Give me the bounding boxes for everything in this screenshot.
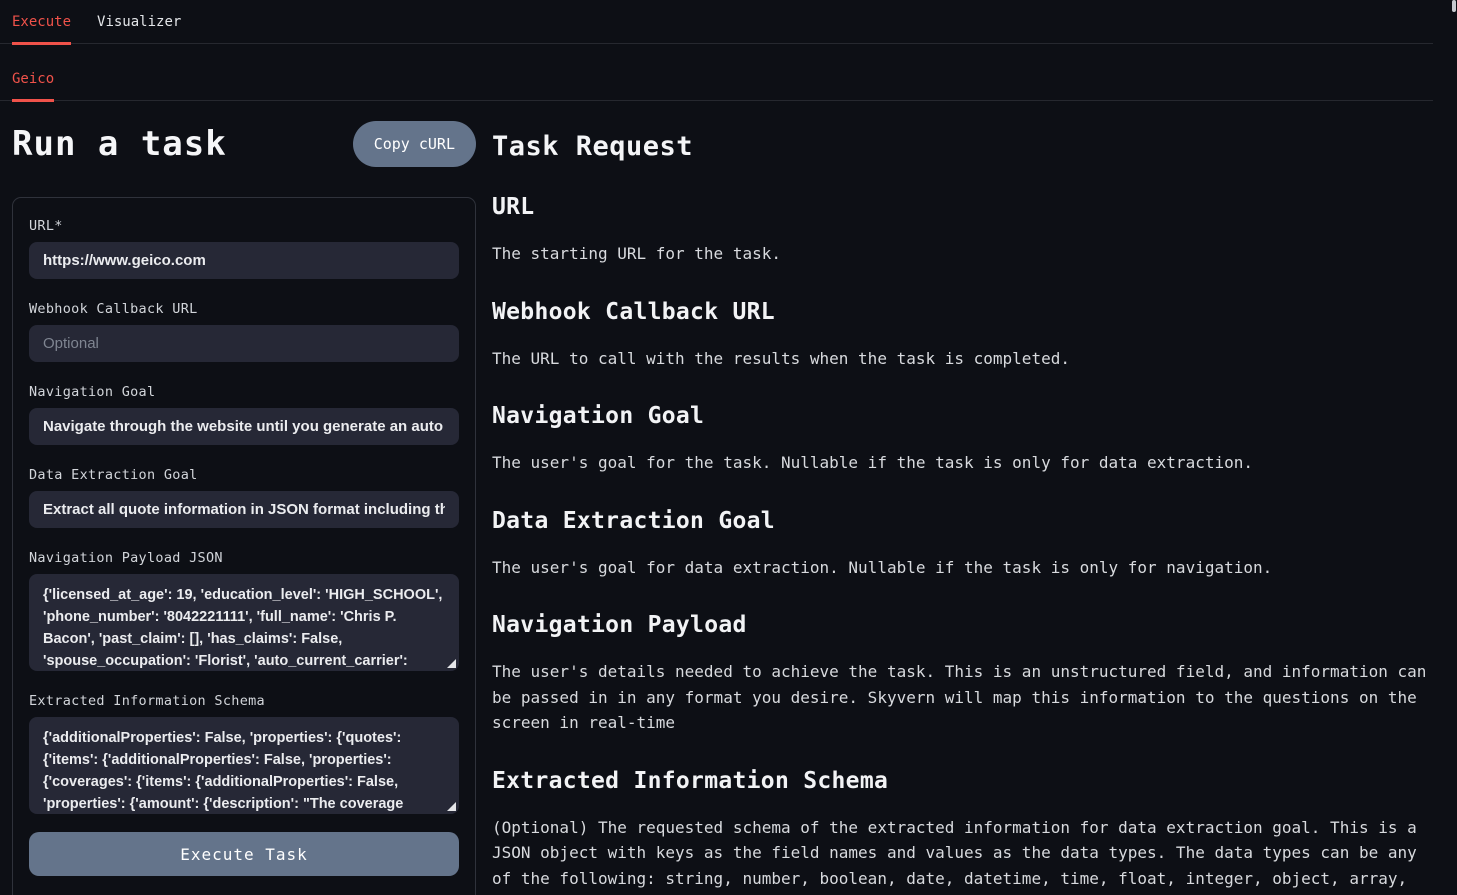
webhook-callback-url-input[interactable] — [29, 325, 459, 362]
doc-heading: Navigation Payload — [492, 612, 1432, 638]
doc-section-data-extraction-goal: Data Extraction Goal The user's goal for… — [492, 508, 1432, 581]
extracted-information-schema-textarea[interactable]: {'additionalProperties': False, 'propert… — [29, 717, 459, 814]
resize-handle-icon[interactable] — [447, 659, 456, 668]
doc-heading: Extracted Information Schema — [492, 768, 1432, 794]
doc-description: The user's details needed to achieve the… — [492, 659, 1432, 736]
execute-task-button[interactable]: Execute Task — [29, 832, 459, 876]
navigation-goal-label: Navigation Goal — [29, 384, 459, 400]
vertical-scrollbar[interactable] — [1452, 0, 1456, 12]
main-tab-bar: Execute Visualizer — [0, 0, 1433, 44]
doc-description: The starting URL for the task. — [492, 241, 1432, 267]
doc-section-extracted-information-schema: Extracted Information Schema (Optional) … — [492, 768, 1432, 895]
run-task-header: Run a task Copy cURL — [12, 120, 476, 168]
doc-heading: Webhook Callback URL — [492, 299, 1432, 325]
subtab-geico[interactable]: Geico — [12, 71, 54, 100]
navigation-payload-json-label: Navigation Payload JSON — [29, 550, 459, 566]
main-content: Run a task Copy cURL URL* Webhook Callba… — [0, 101, 1457, 895]
doc-heading: URL — [492, 194, 1432, 220]
doc-description: (Optional) The requested schema of the e… — [492, 815, 1432, 895]
task-form-card: URL* Webhook Callback URL Navigation Goa… — [12, 197, 476, 895]
run-task-panel: Run a task Copy cURL URL* Webhook Callba… — [12, 101, 476, 895]
navigation-goal-input[interactable] — [29, 408, 459, 445]
url-label: URL* — [29, 218, 459, 234]
copy-curl-button[interactable]: Copy cURL — [353, 121, 476, 167]
doc-section-navigation-goal: Navigation Goal The user's goal for the … — [492, 403, 1432, 476]
page-title: Run a task — [12, 124, 227, 164]
data-extraction-goal-label: Data Extraction Goal — [29, 467, 459, 483]
doc-section-navigation-payload: Navigation Payload The user's details ne… — [492, 612, 1432, 736]
resize-handle-icon[interactable] — [447, 802, 456, 811]
webhook-callback-url-label: Webhook Callback URL — [29, 301, 459, 317]
sub-tab-bar: Geico — [0, 44, 1433, 101]
doc-description: The user's goal for data extraction. Nul… — [492, 555, 1432, 581]
task-request-title: Task Request — [492, 131, 1432, 162]
doc-heading: Navigation Goal — [492, 403, 1432, 429]
doc-description: The URL to call with the results when th… — [492, 346, 1432, 372]
extracted-information-schema-label: Extracted Information Schema — [29, 693, 459, 709]
navigation-payload-json-textarea[interactable]: {'licensed_at_age': 19, 'education_level… — [29, 574, 459, 671]
data-extraction-goal-input[interactable] — [29, 491, 459, 528]
tab-visualizer[interactable]: Visualizer — [97, 14, 181, 43]
url-input[interactable] — [29, 242, 459, 279]
tab-execute[interactable]: Execute — [12, 14, 71, 43]
doc-section-url: URL The starting URL for the task. — [492, 194, 1432, 267]
doc-section-webhook: Webhook Callback URL The URL to call wit… — [492, 299, 1432, 372]
doc-description: The user's goal for the task. Nullable i… — [492, 450, 1432, 476]
doc-heading: Data Extraction Goal — [492, 508, 1432, 534]
task-request-docs: Task Request URL The starting URL for th… — [492, 101, 1432, 895]
